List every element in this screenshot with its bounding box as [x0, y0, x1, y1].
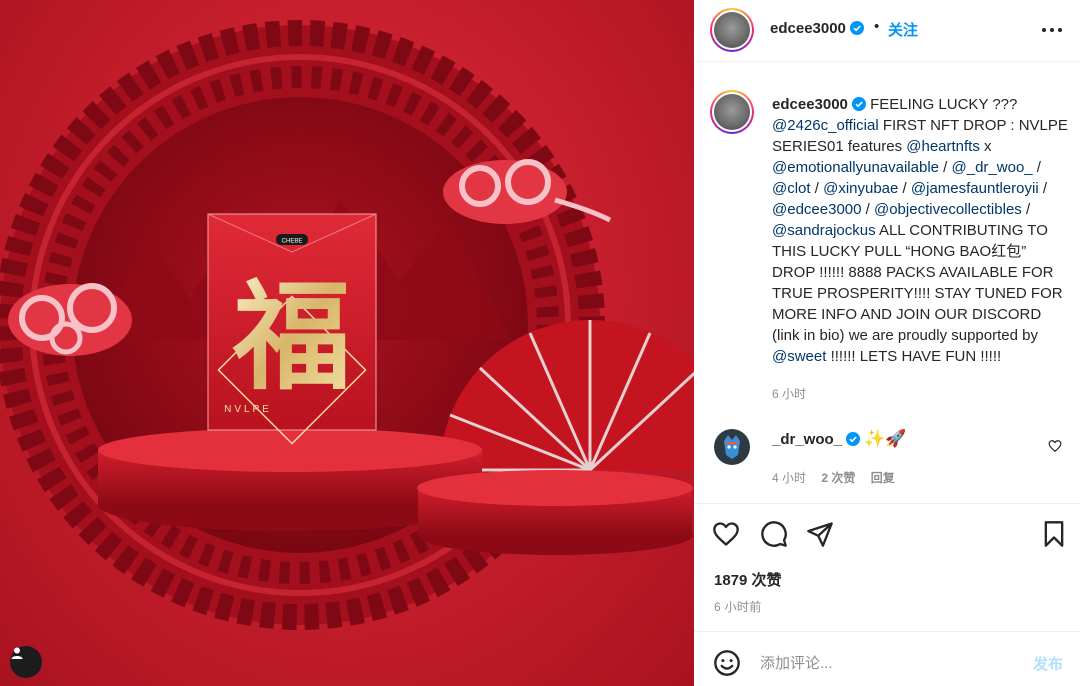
- mention-link[interactable]: @edcee3000: [772, 201, 861, 218]
- verified-icon: [849, 21, 864, 35]
- author-avatar[interactable]: [710, 8, 754, 52]
- caption-timestamp: 6 小时: [772, 387, 807, 401]
- header-separator: •: [874, 18, 880, 35]
- cloud-left: [8, 283, 132, 356]
- caption-segment: /: [898, 180, 911, 197]
- caption-body: FEELING LUCKY ??? @2426c_official FIRST …: [772, 96, 1068, 365]
- share-icon[interactable]: [806, 520, 834, 548]
- caption-segment: x: [979, 138, 992, 155]
- commenter-username: _dr_woo_: [772, 431, 861, 448]
- caption-segment: /: [1021, 201, 1031, 218]
- mention-link[interactable]: @_dr_woo_: [952, 159, 1033, 176]
- comment-timestamp: 4 小时: [772, 471, 807, 485]
- divider: [694, 631, 1080, 632]
- comment-text: ✨🚀: [864, 429, 907, 448]
- verified-icon: [851, 97, 866, 111]
- caption-segment: /: [861, 201, 874, 218]
- commenter-name[interactable]: _dr_woo_: [772, 431, 842, 448]
- caption-segment: /: [1038, 180, 1048, 197]
- verified-icon: [846, 432, 861, 446]
- caption-segment: !!!!!! LETS HAVE FUN !!!!!: [826, 348, 1002, 365]
- mention-link[interactable]: @heartnfts: [906, 138, 980, 155]
- commenter-avatar[interactable]: [714, 429, 750, 465]
- action-bar: [694, 516, 1080, 556]
- red-envelope-artwork: CHEBE 福 NVLPE: [0, 20, 694, 630]
- bookmark-icon[interactable]: [1040, 520, 1068, 548]
- caption-segment: FEELING LUCKY ???: [870, 96, 1018, 113]
- publish-button[interactable]: 发布: [1033, 653, 1063, 674]
- follow-button[interactable]: 关注: [888, 19, 918, 40]
- heart-icon[interactable]: [712, 520, 740, 548]
- caption-text: edcee3000 FEELING LUCKY ??? @2426c_offic…: [772, 94, 1070, 367]
- mention-link[interactable]: @jamesfauntleroyii: [911, 180, 1039, 197]
- post-header: edcee3000 • 关注: [694, 0, 1080, 62]
- mention-link[interactable]: @2426c_official: [772, 117, 879, 134]
- caption-avatar[interactable]: [710, 90, 754, 134]
- post-image[interactable]: CHEBE 福 NVLPE: [0, 0, 694, 686]
- comment-item: _dr_woo_ ✨🚀 4 小时 2 次赞 回复: [710, 425, 1070, 491]
- post-timestamp: 6 小时前: [714, 600, 762, 614]
- cloud-right: [443, 159, 612, 224]
- caption-segment: ALL CONTRIBUTING TO THIS LUCKY PULL “HON…: [772, 222, 1063, 344]
- envelope-badge-text: CHEBE: [282, 239, 303, 245]
- comment-icon[interactable]: [760, 520, 788, 548]
- mention-link[interactable]: @clot: [772, 180, 811, 197]
- red-envelope: CHEBE 福 NVLPE: [207, 213, 377, 445]
- comment-heart-icon[interactable]: [1048, 439, 1062, 453]
- comment-input[interactable]: [760, 649, 1020, 677]
- mention-link[interactable]: @sweet: [772, 348, 826, 365]
- caption-segment: /: [939, 159, 952, 176]
- emoji-icon[interactable]: [713, 649, 741, 677]
- caption-segment: /: [1032, 159, 1041, 176]
- envelope-brand: NVLPE: [224, 404, 272, 415]
- comment-likes[interactable]: 2 次赞: [821, 471, 855, 485]
- comment-meta: 4 小时 2 次赞 回复: [772, 469, 907, 486]
- divider: [694, 503, 1080, 504]
- user-tag-icon[interactable]: [10, 646, 42, 678]
- mention-link[interactable]: @objectivecollectibles: [874, 201, 1022, 218]
- mention-link[interactable]: @xinyubae: [823, 180, 898, 197]
- like-count[interactable]: 1879 次赞: [714, 569, 782, 590]
- fu-character: 福: [232, 268, 351, 406]
- post-sidebar: edcee3000 • 关注 edcee3000 FEELING LUCKY ?…: [694, 0, 1080, 686]
- caption-username[interactable]: edcee3000: [772, 96, 848, 113]
- mention-link[interactable]: @emotionallyunavailable: [772, 159, 939, 176]
- reply-button[interactable]: 回复: [871, 471, 895, 485]
- author-username[interactable]: edcee3000: [770, 20, 846, 37]
- mention-link[interactable]: @sandrajockus: [772, 222, 876, 239]
- caption-segment: /: [810, 180, 824, 197]
- more-icon[interactable]: [1040, 20, 1064, 40]
